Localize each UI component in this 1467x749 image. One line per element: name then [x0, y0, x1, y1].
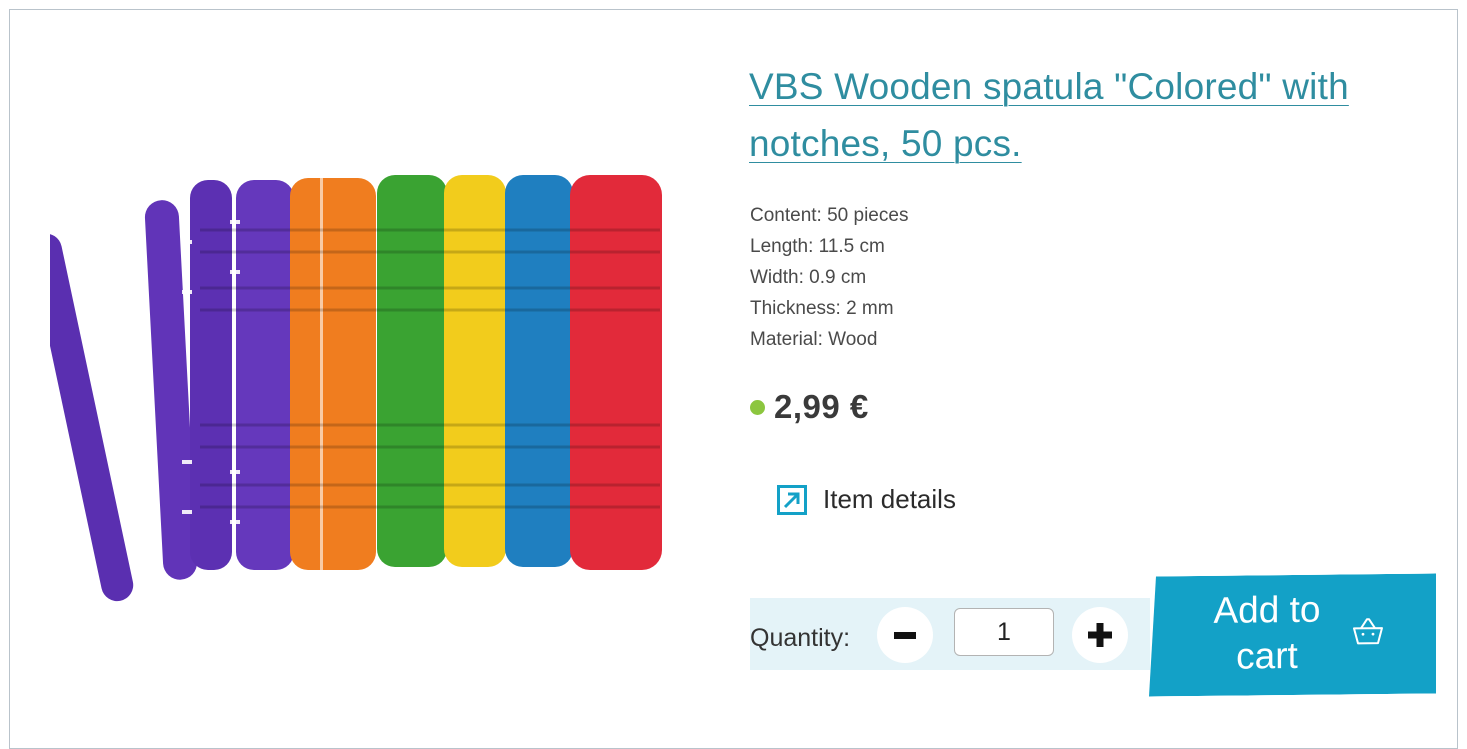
external-arrow-icon: [777, 484, 807, 515]
quantity-selector: Quantity:: [750, 598, 1150, 670]
stick-group-orange: [290, 178, 376, 570]
product-title[interactable]: VBS Wooden spatula "Colored" with notche…: [749, 58, 1389, 172]
spec-length: Length: 11.5 cm: [750, 236, 885, 257]
add-to-cart-button[interactable]: Add to cart: [1149, 573, 1436, 696]
product-price: 2,99 €: [774, 388, 869, 425]
add-to-cart-label: Add to cart: [1213, 588, 1321, 677]
item-details-label: Item details: [823, 484, 956, 514]
quantity-label: Quantity:: [750, 624, 851, 652]
stick-group-red: [570, 175, 662, 570]
minus-icon: [894, 632, 916, 639]
spec-material: Material: Wood: [750, 329, 878, 350]
stock-indicator-icon: [750, 399, 765, 415]
item-details-link[interactable]: Item details: [777, 484, 956, 515]
spec-width: Width: 0.9 cm: [750, 267, 867, 288]
spec-thickness: Thickness: 2 mm: [750, 298, 894, 319]
quantity-increase-button[interactable]: [1072, 607, 1128, 663]
quantity-decrease-button[interactable]: [877, 607, 933, 663]
basket-icon: [1351, 616, 1385, 646]
price-row: 2,99 €: [750, 388, 869, 426]
product-specs: Content: 50 pieces Length: 11.5 cm Width…: [750, 200, 908, 355]
plus-icon: [1088, 623, 1112, 647]
stick-group-purple: [50, 180, 294, 602]
quantity-input[interactable]: [954, 608, 1054, 656]
spec-content: Content: 50 pieces: [750, 205, 909, 226]
product-image[interactable]: [50, 160, 680, 620]
